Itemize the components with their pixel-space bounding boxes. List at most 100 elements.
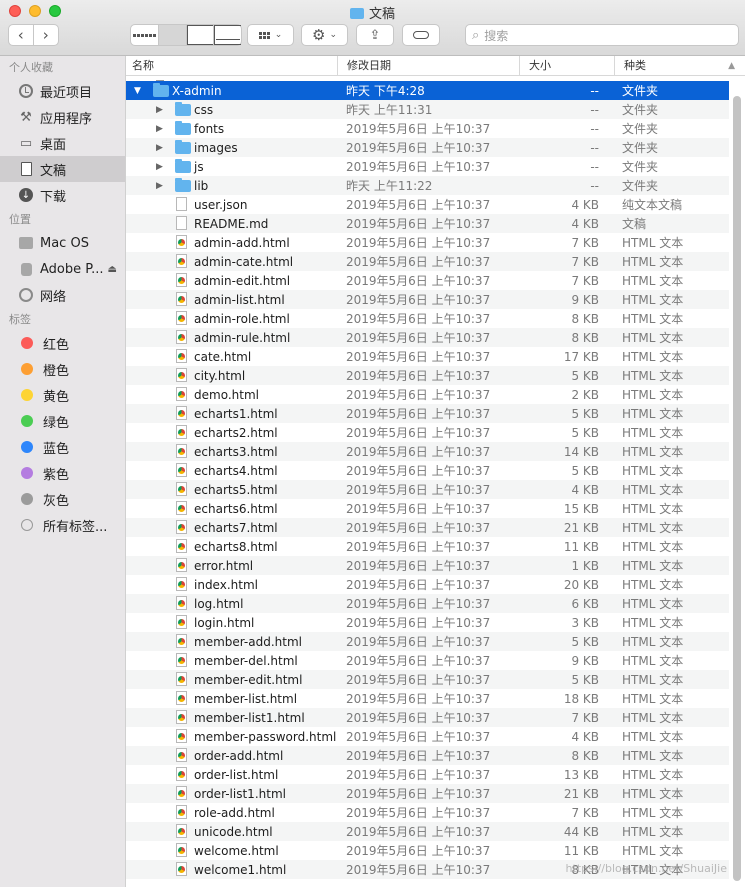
sidebar-item-label: 网络 [40, 289, 67, 305]
file-row[interactable]: order-add.html 2019年5月6日 上午10:37 8 KB HTML … [126, 746, 729, 765]
file-row[interactable]: log.html 2019年5月6日 上午10:37 6 KB HTML 文本 [126, 594, 729, 613]
search-field[interactable]: ⌕ 搜索 [465, 24, 739, 46]
sidebar-item[interactable]: 灰色 [0, 486, 125, 512]
folder-icon [175, 102, 191, 116]
file-row[interactable]: cate.html 2019年5月6日 上午10:37 17 KB HTML 文本 [126, 347, 729, 366]
back-button[interactable]: ‹ [9, 25, 34, 45]
sidebar-item[interactable]: ⚒ 应用程序 [0, 104, 125, 130]
recents-clock-icon [18, 83, 34, 99]
file-row[interactable]: admin-edit.html 2019年5月6日 上午10:37 7 KB HTML… [126, 271, 729, 290]
file-name: css [194, 102, 214, 117]
sidebar-item[interactable]: ▭ 桌面 [0, 130, 125, 156]
disclosure-expanded-icon[interactable]: ▼ [134, 86, 141, 96]
file-row[interactable]: member-list.html 2019年5月6日 上午10:37 18 KB HT… [126, 689, 729, 708]
file-size: 9 KB [571, 292, 599, 307]
file-name-cell: admin-role.html [126, 309, 338, 328]
sidebar-item[interactable]: 网络 [0, 282, 125, 308]
file-row[interactable]: echarts5.html 2019年5月6日 上午10:37 4 KB HTML 文… [126, 480, 729, 499]
file-name: member-list.html [194, 691, 298, 706]
column-header-name[interactable]: 名称 [126, 56, 338, 75]
sidebar-item[interactable]: 橙色 [0, 356, 125, 382]
file-row[interactable]: echarts6.html 2019年5月6日 上午10:37 15 KB HTML … [126, 499, 729, 518]
file-row[interactable]: unicode.html 2019年5月6日 上午10:37 44 KB HTML 文… [126, 822, 729, 841]
file-row[interactable]: error.html 2019年5月6日 上午10:37 1 KB HTML 文本 [126, 556, 729, 575]
file-row[interactable]: admin-role.html 2019年5月6日 上午10:37 8 KB HTML… [126, 309, 729, 328]
file-row[interactable]: echarts8.html 2019年5月6日 上午10:37 11 KB HTML … [126, 537, 729, 556]
documents-icon [18, 161, 34, 177]
file-size: -- [590, 83, 599, 98]
file-row[interactable]: README.md 2019年5月6日 上午10:37 4 KB 文稿 [126, 214, 729, 233]
file-row[interactable]: member-del.html 2019年5月6日 上午10:37 9 KB HTML… [126, 651, 729, 670]
folder-icon [175, 140, 191, 154]
column-header-size[interactable]: 大小 [520, 56, 615, 75]
file-row[interactable]: index.html 2019年5月6日 上午10:37 20 KB HTML 文本 [126, 575, 729, 594]
sidebar-item[interactable]: 文稿 [0, 156, 125, 182]
file-row[interactable]: ▶ js 2019年5月6日 上午10:37 -- 文件夹 [126, 157, 729, 176]
sidebar-item[interactable]: 绿色 [0, 408, 125, 434]
share-button[interactable]: ⇪ [356, 24, 394, 46]
disclosure-collapsed-icon[interactable]: ▶ [156, 162, 163, 172]
icon-view-button[interactable] [131, 25, 159, 45]
file-row[interactable]: role-add.html 2019年5月6日 上午10:37 7 KB HTML 文… [126, 803, 729, 822]
sidebar-item[interactable]: Adobe P... ⏏ [0, 256, 125, 282]
gallery-view-button[interactable] [214, 25, 241, 45]
file-name: fonts [194, 121, 225, 136]
list-view-button[interactable] [158, 25, 187, 45]
file-name: cate.html [194, 349, 252, 364]
column-view-button[interactable] [186, 25, 215, 45]
eject-icon[interactable]: ⏏ [108, 264, 117, 275]
file-row[interactable]: member-add.html 2019年5月6日 上午10:37 5 KB HTML… [126, 632, 729, 651]
sidebar-item[interactable]: Mac OS [0, 230, 125, 256]
column-header-kind[interactable]: 种类 ▲ [615, 56, 745, 75]
file-row[interactable]: user.json 2019年5月6日 上午10:37 4 KB 纯文本文稿 [126, 195, 729, 214]
file-row[interactable]: ▶ fonts 2019年5月6日 上午10:37 -- 文件夹 [126, 119, 729, 138]
file-row[interactable]: welcome.html 2019年5月6日 上午10:37 11 KB HTML 文… [126, 841, 729, 860]
sidebar-item[interactable]: ↓ 下载 [0, 182, 125, 208]
disclosure-collapsed-icon[interactable]: ▶ [156, 105, 163, 115]
vertical-scrollbar[interactable] [733, 96, 741, 881]
file-row[interactable]: echarts2.html 2019年5月6日 上午10:37 5 KB HTML 文… [126, 423, 729, 442]
folder-icon [175, 178, 191, 192]
file-row[interactable]: echarts1.html 2019年5月6日 上午10:37 5 KB HTML 文… [126, 404, 729, 423]
tag-button[interactable] [402, 24, 440, 46]
file-row[interactable]: echarts3.html 2019年5月6日 上午10:37 14 KB HTML … [126, 442, 729, 461]
file-date: 2019年5月6日 上午10:37 [346, 255, 491, 269]
disclosure-collapsed-icon[interactable]: ▶ [156, 143, 163, 153]
disk-shape [20, 262, 32, 276]
file-row[interactable]: login.html 2019年5月6日 上午10:37 3 KB HTML 文本 [126, 613, 729, 632]
file-row[interactable]: admin-rule.html 2019年5月6日 上午10:37 8 KB HTML… [126, 328, 729, 347]
sidebar-item[interactable]: 黄色 [0, 382, 125, 408]
file-row[interactable]: echarts4.html 2019年5月6日 上午10:37 5 KB HTML 文… [126, 461, 729, 480]
file-row[interactable]: ▶ lib 昨天 上午11:22 -- 文件夹 [126, 176, 729, 195]
file-row[interactable]: admin-list.html 2019年5月6日 上午10:37 9 KB HTML… [126, 290, 729, 309]
arrange-button[interactable]: ⌄ [247, 24, 294, 46]
sidebar-item-label: 最近项目 [40, 85, 93, 101]
file-row[interactable]: city.html 2019年5月6日 上午10:37 5 KB HTML 文本 [126, 366, 729, 385]
sidebar-item[interactable]: 紫色 [0, 460, 125, 486]
sidebar-item-label: 灰色 [43, 493, 70, 509]
sidebar-item[interactable]: 蓝色 [0, 434, 125, 460]
file-row[interactable]: admin-cate.html 2019年5月6日 上午10:37 7 KB HTML… [126, 252, 729, 271]
file-row[interactable]: admin-add.html 2019年5月6日 上午10:37 7 KB HTML … [126, 233, 729, 252]
file-row[interactable]: member-edit.html 2019年5月6日 上午10:37 5 KB HTM… [126, 670, 729, 689]
file-row[interactable]: member-list1.html 2019年5月6日 上午10:37 7 KB HT… [126, 708, 729, 727]
file-row[interactable]: ▶ images 2019年5月6日 上午10:37 -- 文件夹 [126, 138, 729, 157]
file-row[interactable]: order-list.html 2019年5月6日 上午10:37 13 KB HTM… [126, 765, 729, 784]
file-row[interactable]: demo.html 2019年5月6日 上午10:37 2 KB HTML 文本 [126, 385, 729, 404]
file-row[interactable]: ▶ css 昨天 上午11:31 -- 文件夹 [126, 100, 729, 119]
sidebar-item-label: 所有标签... [43, 519, 108, 535]
sidebar-item[interactable]: 最近项目 [0, 78, 125, 104]
sidebar-item[interactable]: 红色 [0, 330, 125, 356]
file-date: 2019年5月6日 上午10:37 [346, 578, 491, 592]
forward-button[interactable]: › [34, 25, 58, 45]
action-button[interactable]: ⚙ ⌄ [301, 24, 348, 46]
disclosure-collapsed-icon[interactable]: ▶ [156, 181, 163, 191]
view-mode-group [130, 24, 242, 46]
sidebar-item[interactable]: 所有标签... [0, 512, 125, 538]
file-row[interactable]: ▼ X-admin 昨天 下午4:28 -- 文件夹 [126, 81, 729, 100]
disclosure-collapsed-icon[interactable]: ▶ [156, 124, 163, 134]
file-row[interactable]: member-password.html 2019年5月6日 上午10:37 4 K… [126, 727, 729, 746]
column-header-date[interactable]: 修改日期 [338, 56, 520, 75]
file-row[interactable]: echarts7.html 2019年5月6日 上午10:37 21 KB HTML … [126, 518, 729, 537]
file-row[interactable]: order-list1.html 2019年5月6日 上午10:37 21 KB HT… [126, 784, 729, 803]
